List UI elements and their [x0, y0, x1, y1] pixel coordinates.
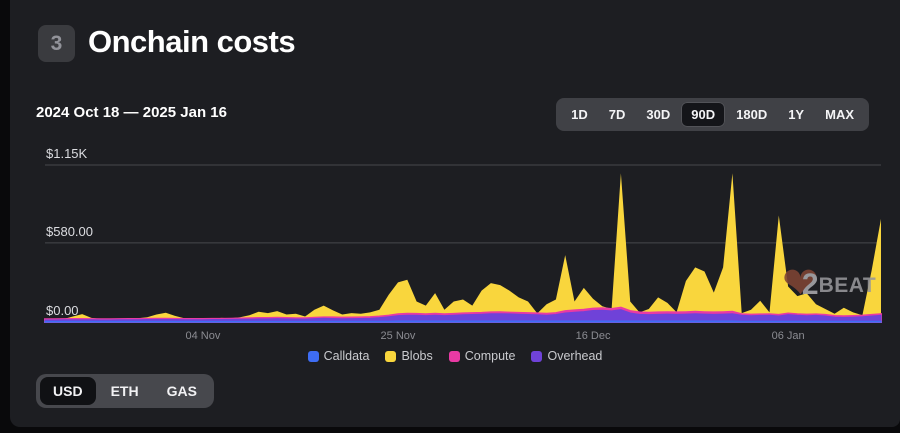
y-axis-tick-label: $580.00	[46, 224, 93, 239]
unit-button-usd[interactable]: USD	[40, 377, 96, 405]
unit-toggle-group: USDETHGAS	[36, 374, 214, 408]
calldata-swatch-icon	[308, 351, 319, 362]
chart-legend: Calldata Blobs Compute Overhead	[10, 349, 900, 363]
y-axis-tick-label: $0.00	[46, 303, 79, 318]
compute-swatch-icon	[449, 351, 460, 362]
legend-label: Calldata	[324, 349, 370, 363]
area-series-calldata	[45, 321, 881, 322]
page: 3 Onchain costs 2024 Oct 18 — 2025 Jan 1…	[0, 0, 900, 433]
onchain-costs-card: 3 Onchain costs 2024 Oct 18 — 2025 Jan 1…	[10, 0, 900, 427]
unit-button-eth[interactable]: ETH	[98, 377, 152, 405]
legend-label: Blobs	[401, 349, 432, 363]
y-axis-tick-label: $1.15K	[46, 146, 87, 161]
x-axis-tick-label: 25 Nov	[368, 330, 428, 342]
legend-item-blobs[interactable]: Blobs	[385, 349, 432, 363]
x-axis-tick-label: 06 Jan	[758, 330, 818, 342]
legend-label: Overhead	[547, 349, 602, 363]
legend-item-overhead[interactable]: Overhead	[531, 349, 602, 363]
area-series-blobs	[45, 173, 881, 322]
overhead-swatch-icon	[531, 351, 542, 362]
unit-button-gas[interactable]: GAS	[154, 377, 210, 405]
blobs-swatch-icon	[385, 351, 396, 362]
x-axis-tick-label: 04 Nov	[173, 330, 233, 342]
legend-label: Compute	[465, 349, 516, 363]
legend-item-compute[interactable]: Compute	[449, 349, 516, 363]
legend-item-calldata[interactable]: Calldata	[308, 349, 370, 363]
x-axis-tick-label: 16 Dec	[563, 330, 623, 342]
